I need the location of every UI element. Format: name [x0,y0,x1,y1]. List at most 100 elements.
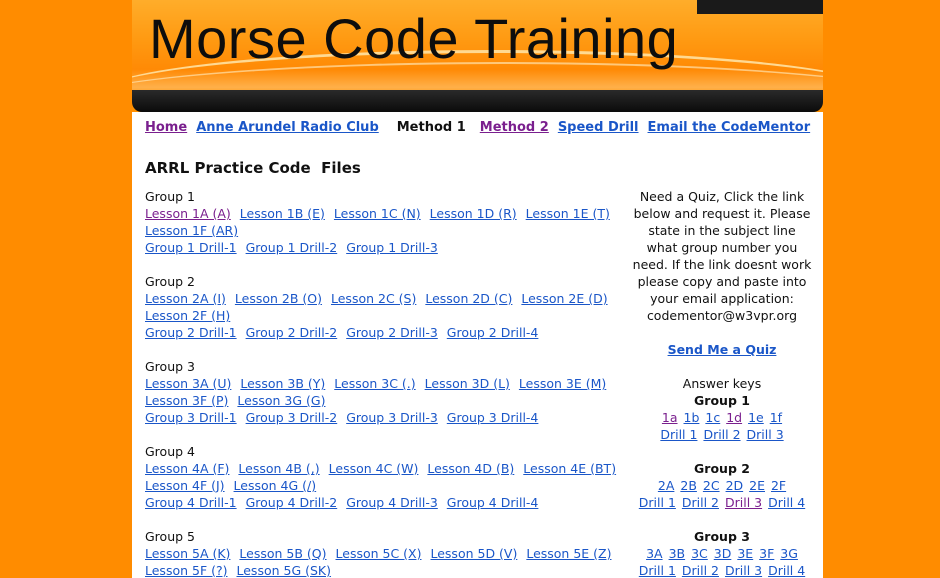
lesson-link[interactable]: Lesson 1A (A) [145,206,231,221]
group-title: Group 5 [145,529,195,544]
nav-home-link[interactable]: Home [145,120,187,135]
lesson-link[interactable]: Lesson 1E (T) [526,206,610,221]
answer-key-link[interactable]: 3C [691,546,708,561]
drill-link[interactable]: Group 1 Drill-2 [246,240,338,255]
lesson-link[interactable]: Lesson 3F (P) [145,393,228,408]
answer-key-link[interactable]: 3D [714,546,732,561]
drill-key-link[interactable]: Drill 1 [639,563,676,578]
lesson-link[interactable]: Lesson 5E (Z) [526,546,611,561]
drill-key-link[interactable]: Drill 1 [660,427,697,442]
lesson-link[interactable]: Lesson 3E (M) [519,376,606,391]
answer-key-link[interactable]: 2E [749,478,765,493]
lesson-link[interactable]: Lesson 3G (G) [237,393,325,408]
drill-key-link[interactable]: Drill 2 [682,563,719,578]
drill-key-link[interactable]: Drill 4 [768,563,805,578]
drill-key-link[interactable]: Drill 3 [747,427,784,442]
group-title: Group 3 [145,359,195,374]
lesson-link[interactable]: Lesson 2D (C) [425,291,512,306]
answer-key-link[interactable]: 1f [770,410,782,425]
lesson-link[interactable]: Lesson 5A (K) [145,546,230,561]
drill-link[interactable]: Group 2 Drill-3 [346,325,438,340]
lesson-link[interactable]: Lesson 1B (E) [240,206,325,221]
answer-keys-label: Answer keys [682,376,762,391]
lesson-link[interactable]: Lesson 5C (X) [336,546,422,561]
nav-method2-link[interactable]: Method 2 [480,120,549,135]
group-title: Group 4 [145,444,195,459]
lesson-link[interactable]: Lesson 5D (V) [430,546,517,561]
drill-link[interactable]: Group 2 Drill-4 [447,325,539,340]
answer-key-link[interactable]: 3E [737,546,753,561]
drill-key-link[interactable]: Drill 2 [682,495,719,510]
nav-club-link[interactable]: Anne Arundel Radio Club [196,120,379,135]
lesson-link[interactable]: Lesson 4A (F) [145,461,229,476]
lesson-link[interactable]: Lesson 4F (J) [145,478,225,493]
answer-key-link[interactable]: 1d [726,410,742,425]
group-title: Group 2 [145,274,195,289]
drill-link[interactable]: Group 1 Drill-1 [145,240,237,255]
lesson-link[interactable]: Lesson 5G (SK) [237,563,332,578]
answer-key-link[interactable]: 3A [646,546,663,561]
drill-key-link[interactable]: Drill 3 [725,495,762,510]
drill-link[interactable]: Group 3 Drill-3 [346,410,438,425]
drill-link[interactable]: Group 4 Drill-4 [447,495,539,510]
drill-link[interactable]: Group 4 Drill-3 [346,495,438,510]
lesson-link[interactable]: Lesson 2E (D) [521,291,607,306]
lesson-link[interactable]: Lesson 3B (Y) [240,376,325,391]
lesson-link[interactable]: Lesson 4B (,) [238,461,319,476]
lesson-link[interactable]: Lesson 5B (Q) [239,546,326,561]
lesson-link[interactable]: Lesson 1F (AR) [145,223,238,238]
answer-key-link[interactable]: 3B [669,546,686,561]
lesson-link[interactable]: Lesson 3D (L) [425,376,510,391]
answer-key-link[interactable]: 2D [726,478,744,493]
nav-method1-current: Method 1 [396,120,466,135]
lesson-link[interactable]: Lesson 2B (O) [235,291,322,306]
lesson-link[interactable]: Lesson 2F (H) [145,308,230,323]
lesson-link[interactable]: Lesson 1C (N) [334,206,421,221]
drill-link[interactable]: Group 2 Drill-1 [145,325,237,340]
drill-key-link[interactable]: Drill 4 [768,495,805,510]
lesson-link[interactable]: Lesson 3A (U) [145,376,231,391]
group-title: Group 1 [145,189,195,204]
send-quiz-link[interactable]: Send Me a Quiz [668,341,777,358]
lesson-link[interactable]: Lesson 2C (S) [331,291,416,306]
answer-key-link[interactable]: 1c [705,410,720,425]
drill-key-link[interactable]: Drill 1 [639,495,676,510]
answer-key-link[interactable]: 2A [658,478,675,493]
quiz-text-line: state in the subject line [648,223,796,238]
answer-key-link[interactable]: 3F [759,546,774,561]
lesson-link[interactable]: Lesson 3C (.) [334,376,415,391]
drill-link[interactable]: Group 3 Drill-1 [145,410,237,425]
main-nav: Home Anne Arundel Radio Club Method 1 Metho… [145,120,819,135]
answer-key-link[interactable]: 1e [748,410,764,425]
drill-link[interactable]: Group 1 Drill-3 [346,240,438,255]
answer-key-link[interactable]: 1b [684,410,700,425]
quiz-text-line: your email application: [650,291,794,306]
answer-key-link[interactable]: 2B [680,478,697,493]
answer-key-link[interactable]: 3G [780,546,798,561]
quiz-text-line: Need a Quiz, Click the link [639,189,805,204]
drill-link[interactable]: Group 3 Drill-2 [246,410,338,425]
answer-key-link[interactable]: 2C [703,478,720,493]
drill-link[interactable]: Group 4 Drill-1 [145,495,237,510]
drill-link[interactable]: Group 4 Drill-2 [246,495,338,510]
quiz-text-line: need. If the link doesnt work [632,257,812,272]
answer-key-link[interactable]: 2F [771,478,786,493]
answer-key-link[interactable]: 1a [662,410,678,425]
page-container: Morse Code Training Home Anne Arundel Rad… [132,0,823,578]
nav-email-link[interactable]: Email the CodeMentor [648,120,811,135]
lesson-link[interactable]: Lesson 4D (B) [427,461,514,476]
lesson-link[interactable]: Lesson 5F (?) [145,563,228,578]
key-group-title: Group 3 [694,529,750,544]
drill-key-link[interactable]: Drill 3 [725,563,762,578]
site-title: Morse Code Training [149,7,679,70]
nav-speed-drill-link[interactable]: Speed Drill [558,120,639,135]
drill-link[interactable]: Group 3 Drill-4 [447,410,539,425]
lesson-link[interactable]: Lesson 4C (W) [329,461,419,476]
drill-key-link[interactable]: Drill 2 [703,427,740,442]
lesson-link[interactable]: Lesson 4E (BT) [523,461,616,476]
lesson-link[interactable]: Lesson 4G (/) [234,478,317,493]
lesson-link[interactable]: Lesson 1D (R) [430,206,517,221]
quiz-text-line: below and request it. Please [633,206,811,221]
lesson-link[interactable]: Lesson 2A (I) [145,291,226,306]
drill-link[interactable]: Group 2 Drill-2 [246,325,338,340]
